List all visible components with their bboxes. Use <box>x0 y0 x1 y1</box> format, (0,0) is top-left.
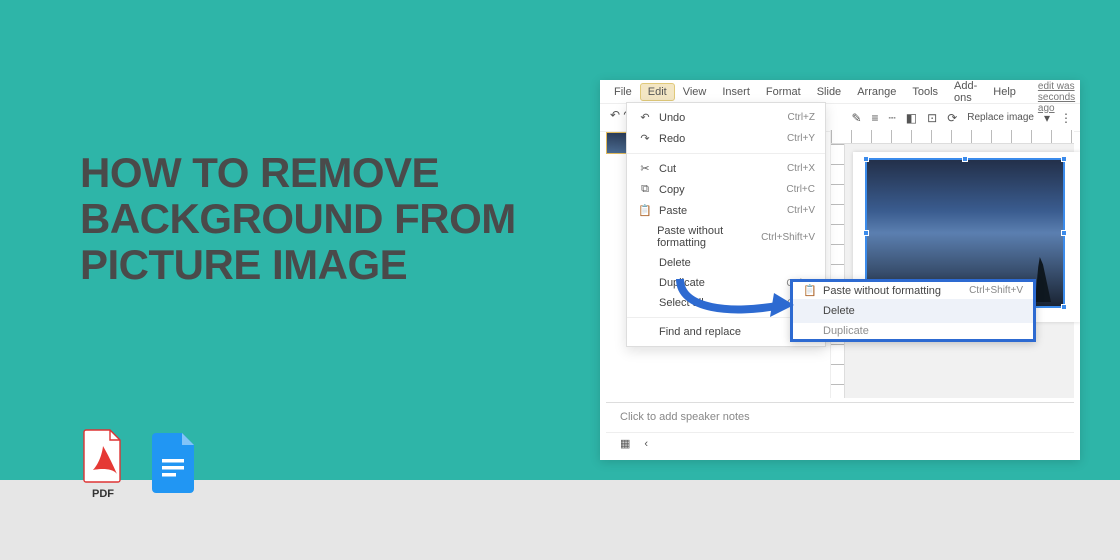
menu-item-label: Duplicate <box>823 325 869 337</box>
replace-image-button[interactable]: Replace image <box>965 110 1036 125</box>
menu-slide[interactable]: Slide <box>809 83 849 101</box>
menu-item-label: Cut <box>659 163 676 175</box>
reset-icon[interactable]: ⟳ <box>945 109 959 127</box>
menu-item-redo[interactable]: ↷ Redo Ctrl+Y <box>627 128 825 149</box>
menu-item-label: Undo <box>659 112 685 124</box>
menu-item-label: Paste without formatting <box>823 285 941 297</box>
resize-handle[interactable] <box>863 230 869 236</box>
menu-format[interactable]: Format <box>758 83 809 101</box>
menu-item-copy[interactable]: ⧉ Copy Ctrl+C <box>627 179 825 200</box>
docs-icon[interactable] <box>150 433 198 500</box>
border-color-icon[interactable]: ✎ <box>849 109 863 127</box>
speaker-notes[interactable]: Click to add speaker notes <box>606 402 1074 430</box>
callout-item-paste-without[interactable]: 📋 Paste without formatting Ctrl+Shift+V <box>793 282 1033 299</box>
crop-icon[interactable]: ⊡ <box>925 109 939 127</box>
menu-item-label: Find and replace <box>659 326 741 338</box>
paste-plain-icon: 📋 <box>803 284 817 297</box>
pdf-icon[interactable]: PDF <box>80 428 126 500</box>
grid-view-icon[interactable]: ▦ <box>620 437 630 450</box>
resize-handle[interactable] <box>1061 156 1067 162</box>
menu-item-label: Paste <box>659 205 687 217</box>
callout-highlight: 📋 Paste without formatting Ctrl+Shift+V De… <box>790 279 1036 342</box>
menu-item-delete[interactable]: Delete <box>627 253 825 273</box>
menu-edit[interactable]: Edit <box>640 83 675 101</box>
menu-view[interactable]: View <box>675 83 715 101</box>
menu-item-label: Delete <box>659 257 691 269</box>
menu-shortcut: Ctrl+V <box>787 205 815 216</box>
cut-icon: ✂ <box>637 162 653 175</box>
slides-app-screenshot: File Edit View Insert Format Slide Arran… <box>600 80 1080 460</box>
menu-item-label: Paste without formatting <box>657 225 761 249</box>
prev-slide-icon[interactable]: ‹ <box>644 438 648 450</box>
menu-insert[interactable]: Insert <box>714 83 758 101</box>
ruler-horizontal <box>831 130 1074 144</box>
page-title: HOW TO REMOVE BACKGROUND FROM PICTURE IM… <box>80 150 540 289</box>
menubar: File Edit View Insert Format Slide Arran… <box>600 80 1080 104</box>
resize-handle[interactable] <box>962 156 968 162</box>
menu-file[interactable]: File <box>606 83 640 101</box>
dropdown-caret-icon[interactable]: ▾ <box>1042 109 1052 127</box>
mask-icon[interactable]: ◧ <box>904 109 919 127</box>
resize-handle[interactable] <box>863 156 869 162</box>
pdf-label: PDF <box>92 488 114 500</box>
menu-item-cut[interactable]: ✂ Cut Ctrl+X <box>627 158 825 179</box>
menu-addons[interactable]: Add-ons <box>946 80 985 107</box>
more-icon[interactable]: ⋮ <box>1058 109 1074 127</box>
format-icons: PDF <box>80 428 198 500</box>
border-weight-icon[interactable]: ≡ <box>870 109 881 127</box>
menu-item-paste-without-formatting[interactable]: Paste without formattingCtrl+Shift+V <box>627 221 825 253</box>
callout-item-delete[interactable]: Delete <box>793 299 1033 323</box>
annotation-arrow <box>670 275 800 325</box>
border-dash-icon[interactable]: ┄ <box>887 109 898 127</box>
menu-item-undo[interactable]: ↶ Undo Ctrl+Z <box>627 107 825 128</box>
menu-item-label: Delete <box>823 305 855 317</box>
menu-shortcut: Ctrl+Shift+V <box>969 285 1023 296</box>
menu-shortcut: Ctrl+Shift+V <box>761 232 815 243</box>
ruler-vertical <box>831 144 845 398</box>
menu-tools[interactable]: Tools <box>904 83 946 101</box>
footer-controls: ▦ ‹ <box>606 432 1074 454</box>
slide-canvas <box>830 130 1074 398</box>
menu-shortcut: Ctrl+Y <box>787 133 815 144</box>
undo-icon: ↶ <box>637 111 653 124</box>
menu-item-label: Copy <box>659 184 685 196</box>
resize-handle[interactable] <box>1061 230 1067 236</box>
menu-help[interactable]: Help <box>985 83 1024 101</box>
redo-icon: ↷ <box>637 132 653 145</box>
menu-item-paste[interactable]: 📋 Paste Ctrl+V <box>627 200 825 221</box>
menu-shortcut: Ctrl+C <box>786 184 815 195</box>
menu-shortcut: Ctrl+Z <box>788 112 816 123</box>
paste-icon: 📋 <box>637 204 653 217</box>
menu-arrange[interactable]: Arrange <box>849 83 904 101</box>
copy-icon: ⧉ <box>637 183 653 196</box>
menu-shortcut: Ctrl+X <box>787 163 815 174</box>
callout-item-duplicate[interactable]: Duplicate <box>793 323 1033 339</box>
resize-handle[interactable] <box>1061 304 1067 310</box>
menu-item-label: Redo <box>659 133 685 145</box>
